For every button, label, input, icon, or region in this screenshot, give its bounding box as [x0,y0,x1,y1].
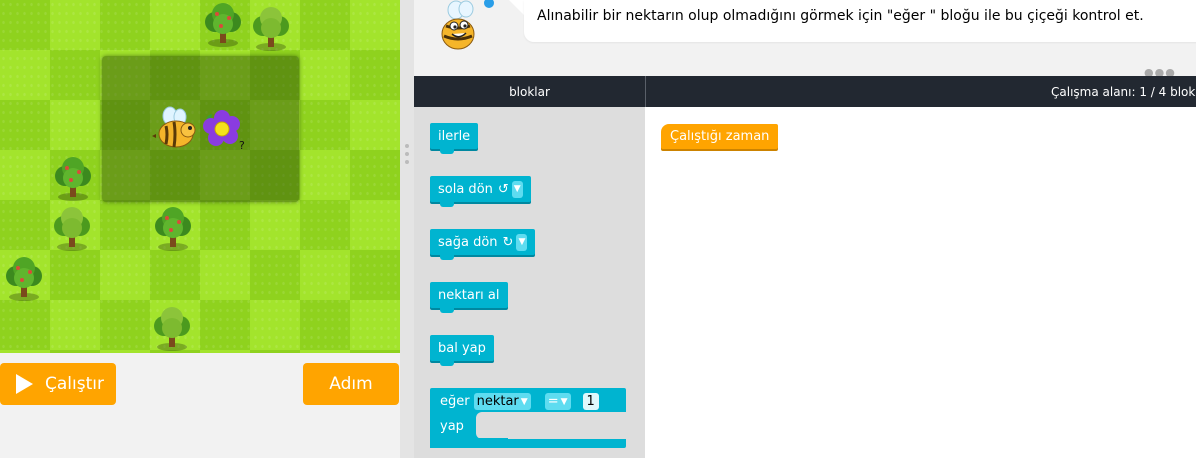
grass-tile [50,100,100,150]
tree-icon [6,257,42,301]
run-button[interactable]: Çalıştır [0,363,116,405]
grass-tile [200,300,250,350]
grass-tile [0,100,50,150]
grass-tile [0,50,50,100]
game-maze: ? [0,0,400,353]
grass-tile [150,0,200,50]
panel-divider[interactable] [400,0,414,458]
grass-tile [50,0,100,50]
run-button-label: Çalıştır [45,374,104,394]
svg-text:?: ? [239,139,245,152]
instruction-text: Alınabilir bir nektarın olup olmadığını … [537,8,1144,24]
grass-tile [250,350,300,353]
turn-right-block[interactable]: sağa dön ↻ ▼ [430,229,536,260]
make-honey-label: bal yap [438,340,486,356]
rotate-right-icon: ↻ [502,234,514,250]
when-run-block[interactable]: Çalıştığı zaman [661,124,779,149]
grass-tile [250,300,300,350]
do-label: yap [440,419,464,434]
grass-tile [50,350,100,353]
grass-tile [300,300,350,350]
tree-icon [54,207,90,251]
grass-tile [200,350,250,353]
grass-tile [0,350,50,353]
step-button[interactable]: Adım [303,363,399,405]
flower-icon: ? [203,110,245,152]
grass-tile [200,200,250,250]
turn-left-label: sola dön [438,181,493,197]
grass-tile [0,0,50,50]
turn-right-label: sağa dön [438,234,498,250]
grass-tile [100,250,150,300]
workspace-header: Çalışma alanı: 1 / 4 blok [1051,84,1196,99]
editor-header: bloklar Çalışma alanı: 1 / 4 blok [414,76,1196,107]
speech-bubble: Alınabilir bir nektarın olup olmadığını … [524,0,1196,42]
rotate-left-icon: ↺ [497,181,509,197]
get-nectar-block[interactable]: nektarı al [430,282,508,313]
grass-tile [100,350,150,353]
grass-tile [50,50,100,100]
when-run-label: Çalıştığı zaman [670,129,770,144]
turn-left-dropdown[interactable]: ▼ [511,180,523,198]
grass-tile [100,200,150,250]
grass-tile [350,100,400,150]
grass-tile [350,350,400,353]
grass-tile [0,150,50,200]
grass-tile [350,300,400,350]
grass-tile [200,250,250,300]
if-block-bottom [430,438,508,448]
if-block[interactable]: eğer nektar ▼ = ▼ 1 yap [430,388,626,448]
grass-tile [350,200,400,250]
tree-icon [205,3,241,47]
grass-tile [100,300,150,350]
grass-tile [300,50,350,100]
grass-tile [0,200,50,250]
if-label: eğer [440,394,470,409]
grass-tile [300,350,350,353]
grass-tile [300,0,350,50]
grass-tile [50,300,100,350]
app-root: ? Çalıştır Adım Alınabilir bir nektarın … [0,0,1196,458]
tree-icon [253,7,289,51]
if-variable-dropdown[interactable]: nektar ▼ [473,393,531,410]
header-separator [645,76,646,107]
if-operator-dropdown[interactable]: = ▼ [544,393,571,410]
tree-icon [154,307,190,351]
grass-tile [350,250,400,300]
grass-tile [50,250,100,300]
turn-left-block[interactable]: sola dön ↺ ▼ [430,176,531,207]
grass-tile [300,250,350,300]
workspace-canvas[interactable] [645,107,1196,458]
grass-tile [150,250,200,300]
if-operator-value: = [547,394,559,409]
drag-handle-icon[interactable] [403,143,411,167]
grass-tile [300,100,350,150]
bee-icon [152,106,196,148]
bee-icon [441,0,494,50]
tree-icon [155,207,191,251]
grass-tile [0,300,50,350]
make-honey-block[interactable]: bal yap [430,335,494,366]
move-forward-label: ilerle [438,128,471,144]
if-variable-value: nektar [476,394,519,409]
grass-tile [250,250,300,300]
play-icon [16,374,33,394]
grass-tile [350,0,400,50]
get-nectar-label: nektarı al [438,287,500,303]
if-value-field[interactable]: 1 [582,393,599,410]
grass-tile [350,50,400,100]
step-button-label: Adım [329,374,373,394]
instructions-area: Alınabilir bir nektarın olup olmadığını … [414,0,1196,79]
move-forward-block[interactable]: ilerle [430,123,479,154]
if-statement-slot [476,412,626,439]
grass-tile [300,200,350,250]
grass-tile [350,150,400,200]
turn-right-dropdown[interactable]: ▼ [516,233,528,251]
grass-tile [100,0,150,50]
toolbox-header: bloklar [509,84,550,99]
tree-icon [55,157,91,201]
if-value-text: 1 [586,394,595,409]
grass-tile [250,200,300,250]
grass-tile [300,150,350,200]
